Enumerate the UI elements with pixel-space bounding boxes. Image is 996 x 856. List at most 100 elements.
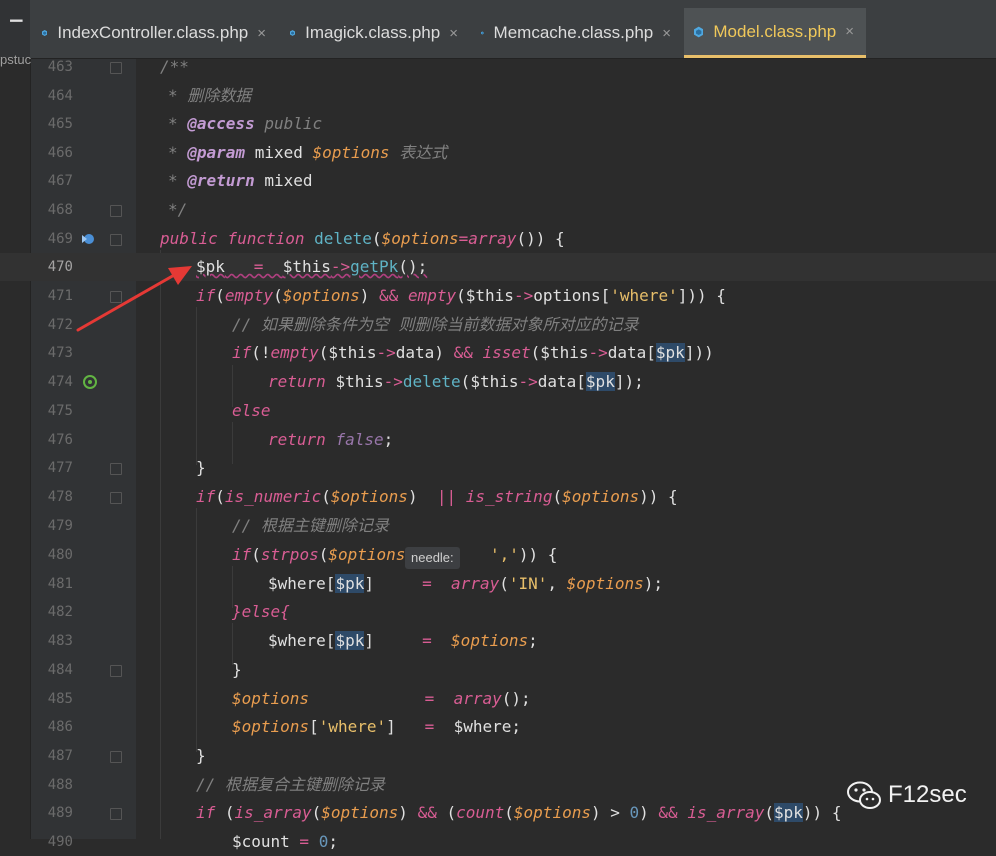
php-file-icon [694,26,704,37]
code-line[interactable]: 463 /** [0,53,996,81]
line-number: 487 [47,748,73,764]
fold-marker-icon[interactable] [110,665,122,677]
fold-marker-icon[interactable] [110,234,122,246]
line-number: 477 [47,460,73,476]
php-file-icon [42,29,48,37]
code-line[interactable]: 467 * @return mixed [0,167,996,195]
code-text: * 删除数据 [168,86,252,105]
line-number: 463 [47,59,73,75]
tab-indexcontroller[interactable]: IndexController.class.php × [32,8,278,58]
close-icon[interactable]: × [845,23,854,40]
code-text: if(!empty($this->data) && isset($this->d… [232,343,714,362]
line-number: 473 [47,345,73,361]
code-text: }else{ [232,602,290,621]
php-file-icon [290,30,296,36]
line-number: 471 [47,288,73,304]
menu-icon[interactable]: − [0,0,30,58]
line-number: 467 [47,173,73,189]
fold-marker-icon[interactable] [110,751,122,763]
code-text: $options['where'] = $where; [232,717,522,736]
code-line[interactable]: 486 $options['where'] = $where; [0,713,996,741]
code-line[interactable]: 464 * 删除数据 [0,82,996,110]
code-line[interactable]: 484 } [0,656,996,684]
code-text: $pk = $this->getPk(); [196,257,428,276]
code-text: * @param mixed $options 表达式 [168,143,448,162]
line-number: 468 [47,202,73,218]
fold-marker-icon[interactable] [110,62,122,74]
code-text: // 根据复合主键删除记录 [196,775,385,794]
close-icon[interactable]: × [449,25,458,42]
line-number: 482 [47,604,73,620]
code-line[interactable]: 474 return $this->delete($this->data[$pk… [0,368,996,396]
code-line[interactable]: 479 // 根据主键删除记录 [0,512,996,540]
code-line[interactable]: 475 else [0,397,996,425]
code-line[interactable]: 477 } [0,454,996,482]
wechat-icon [847,781,881,809]
code-text: public function delete($options=array())… [160,229,565,248]
implements-method-icon[interactable] [80,231,96,247]
line-number: 464 [47,88,73,104]
code-line[interactable]: 482 }else{ [0,598,996,626]
line-number: 469 [47,231,73,247]
code-line[interactable]: 490 $count = 0; [0,828,996,856]
code-line[interactable]: 485 $options = array(); [0,685,996,713]
fold-marker-icon[interactable] [110,291,122,303]
close-icon[interactable]: × [257,25,266,42]
code-line[interactable]: 480 if(strpos($options, ',')) { [0,541,996,569]
code-text: // 根据主键删除记录 [232,516,389,535]
tab-label: Imagick.class.php [305,23,441,42]
tab-label: IndexController.class.php [57,23,249,42]
fold-marker-icon[interactable] [110,492,122,504]
tab-memcache[interactable]: Memcache.class.php × [471,8,683,58]
code-text: if(empty($options) && empty($this->optio… [196,286,726,305]
code-line[interactable]: 476 return false; [0,426,996,454]
tab-label: Model.class.php [713,21,837,41]
line-number: 489 [47,805,73,821]
code-line[interactable]: 469 public function delete($options=arra… [0,225,996,253]
code-line[interactable]: 478 if(is_numeric($options) || is_string… [0,483,996,511]
line-number: 486 [47,719,73,735]
code-text: } [196,746,206,765]
code-text: // 如果删除条件为空 则删除当前数据对象所对应的记录 [232,315,639,334]
watermark: F12sec [846,780,967,810]
code-line[interactable]: 466 * @param mixed $options 表达式 [0,139,996,167]
line-number: 481 [47,576,73,592]
line-number: 484 [47,662,73,678]
code-line[interactable]: 483 $where[$pk] = $options; [0,627,996,655]
code-line[interactable]: 471 if(empty($options) && empty($this->o… [0,282,996,310]
fold-marker-icon[interactable] [110,463,122,475]
line-number: 480 [47,547,73,563]
code-line[interactable]: 472 // 如果删除条件为空 则删除当前数据对象所对应的记录 [0,311,996,339]
code-text: return false; [268,430,394,449]
code-text: $options = array(); [232,689,531,708]
close-icon[interactable]: × [662,25,671,42]
editor-tab-bar: − IndexController.class.php × Imagick.cl… [0,0,996,59]
php-file-icon [481,31,484,35]
line-number: 488 [47,777,73,793]
parameter-hint: needle: [405,547,460,569]
code-line[interactable]: 481 $where[$pk] = array('IN', $options); [0,570,996,598]
fold-marker-icon[interactable] [110,205,122,217]
tab-model[interactable]: Model.class.php × [684,8,866,58]
line-number: 483 [47,633,73,649]
line-number: 470 [47,259,73,275]
tab-imagick[interactable]: Imagick.class.php × [280,8,470,58]
code-text: return $this->delete($this->data[$pk]); [268,372,644,391]
code-text: * @access public [168,114,323,133]
line-number: 472 [47,317,73,333]
line-number: 474 [47,374,73,390]
line-number: 490 [47,834,73,850]
code-line[interactable]: 487 } [0,742,996,770]
fold-marker-icon[interactable] [110,808,122,820]
code-text: ',')) { [490,545,558,564]
code-line[interactable]: 468 */ [0,196,996,224]
line-number: 478 [47,489,73,505]
code-line[interactable]: 473 if(!empty($this->data) && isset($thi… [0,339,996,367]
line-number: 476 [47,432,73,448]
code-text: } [196,458,206,477]
code-line[interactable]: 465 * @access public [0,110,996,138]
code-line-current[interactable]: 470 $pk = $this->getPk(); [0,253,996,281]
code-text: else [232,401,271,420]
recursive-call-icon[interactable] [82,374,98,390]
code-text: $count = 0; [232,832,338,851]
